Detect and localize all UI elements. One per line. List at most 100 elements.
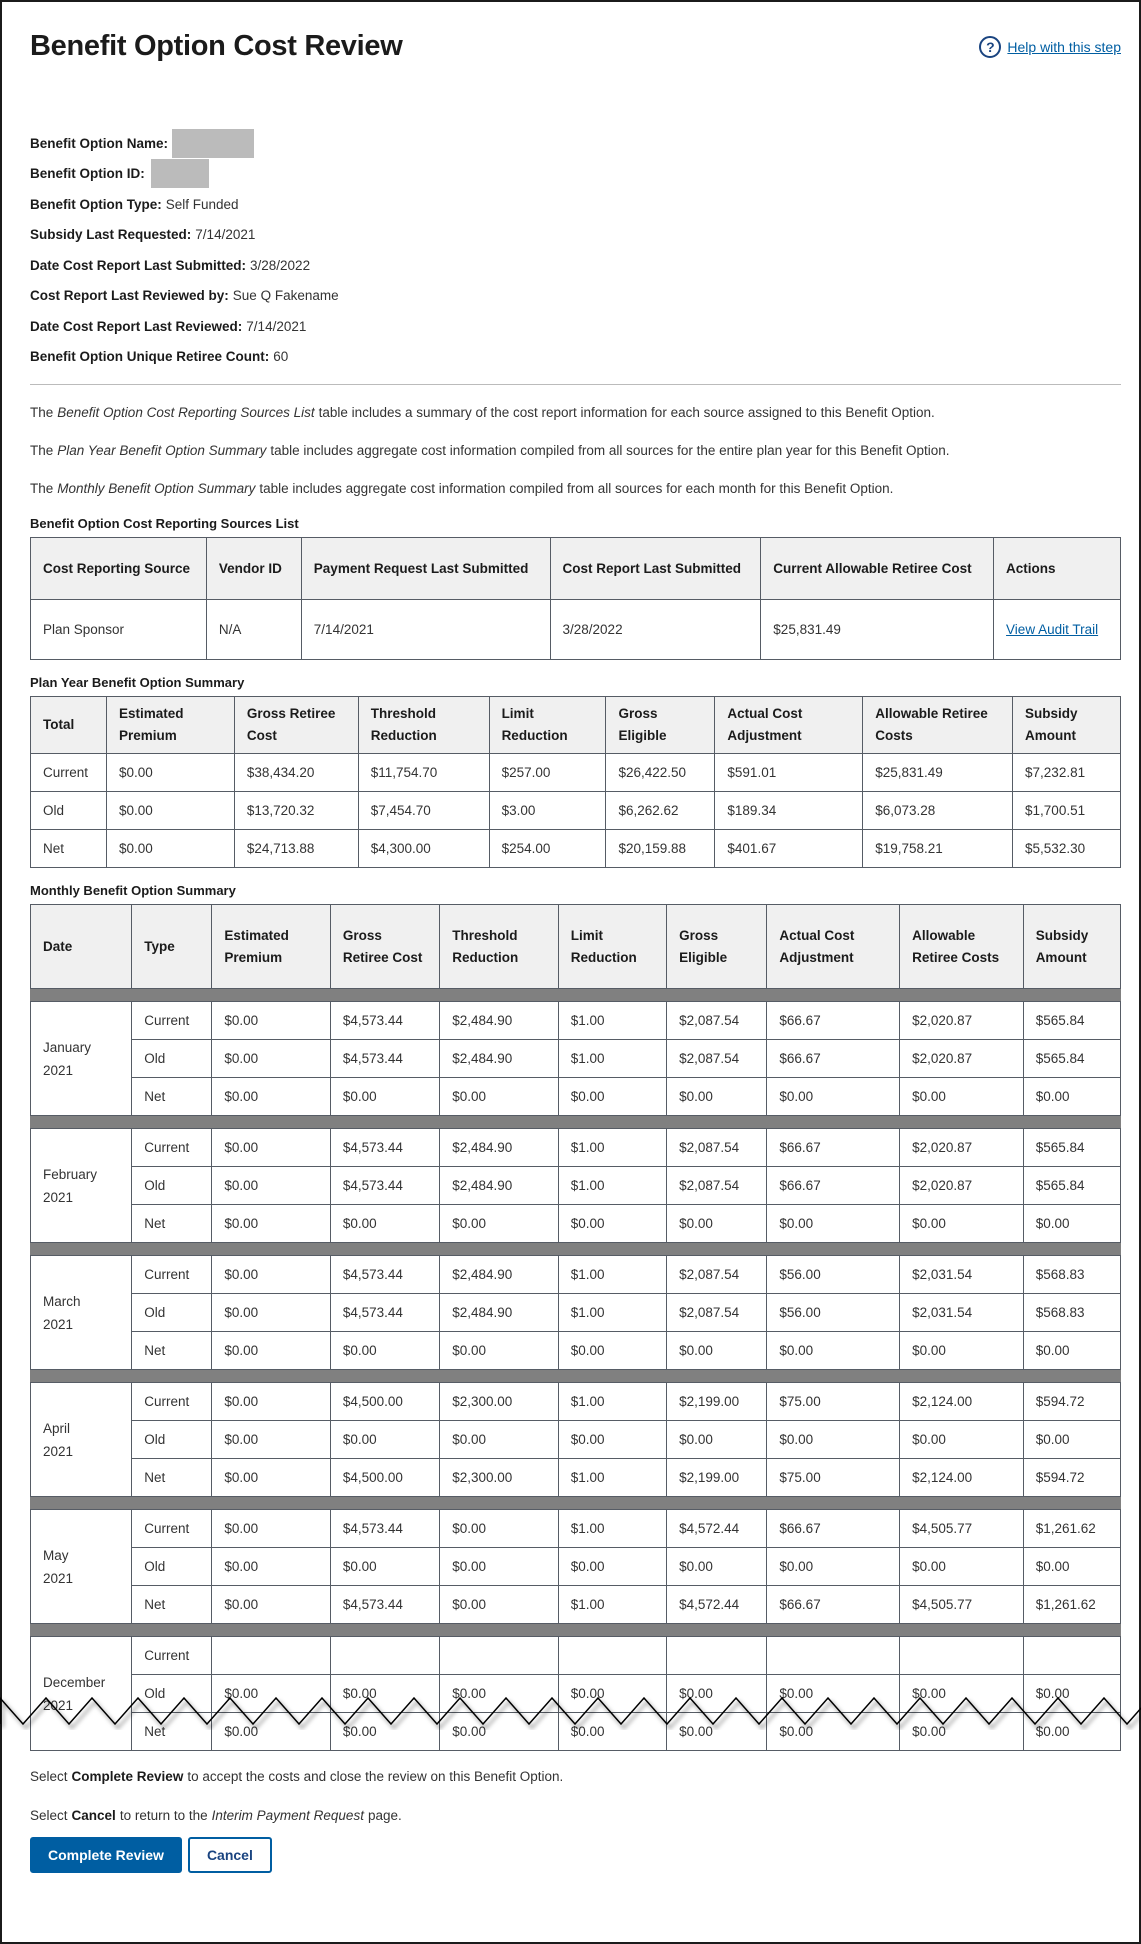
- help-link-container[interactable]: ? Help with this step: [979, 36, 1121, 58]
- table-row: Old $0.00 $0.00 $0.00 $0.00 $0.00 $0.00 $0.00 $0…: [31, 1420, 1122, 1459]
- action-buttons: Complete Review Cancel: [30, 1837, 1121, 1873]
- monthly-summary-table: Date Type Estimated Premium Gross Retiree C…: [29, 904, 1122, 1751]
- table-row: Plan Sponsor N/A 7/14/2021 3/28/2022 $25,831…: [30, 599, 1121, 660]
- view-audit-trail-link[interactable]: View Audit Trail: [1006, 622, 1098, 637]
- cell-value: $75.00: [766, 1382, 901, 1421]
- row-type: Current: [30, 753, 107, 792]
- column-header: Estimated Premium: [105, 696, 235, 754]
- cell-value: $0.00: [211, 1039, 331, 1078]
- table-row: December 2021 Current: [29, 1636, 1122, 1751]
- cell-value: $0.00: [439, 1585, 559, 1624]
- cell-value: $2,300.00: [439, 1382, 559, 1421]
- section-divider: [30, 384, 1121, 385]
- cell-value: $0.00: [211, 1585, 331, 1624]
- cell-value: $38,434.20: [233, 753, 359, 792]
- cell-value: $19,758.21: [862, 829, 1014, 868]
- cell-value: $0.00: [557, 1077, 668, 1116]
- column-header: Payment Request Last Submitted: [300, 537, 551, 600]
- cell-value: $2,087.54: [666, 1001, 768, 1040]
- cell-value: $20,159.88: [605, 829, 716, 868]
- cell-allowable: $25,831.49: [760, 599, 995, 660]
- month-separator: [30, 1242, 1121, 1256]
- cell-value: $0.00: [666, 1204, 768, 1243]
- complete-review-instruction: Select Complete Review to accept the cos…: [30, 1769, 564, 1784]
- cancel-button[interactable]: Cancel: [187, 1837, 272, 1873]
- cell-value: $4,573.44: [329, 1001, 441, 1040]
- row-type: Net: [131, 1585, 213, 1624]
- cell-value: $0.00: [211, 1166, 331, 1205]
- cell-value: $0.00: [329, 1712, 441, 1751]
- column-header: Gross Eligible: [666, 904, 768, 989]
- cell-value: $1.00: [557, 1039, 668, 1078]
- cell-value: [329, 1636, 441, 1675]
- actions-cell: View Audit Trail: [993, 599, 1121, 660]
- cell-value: $254.00: [488, 829, 607, 868]
- month-name: March: [43, 1293, 81, 1309]
- cell-value: $4,573.44: [329, 1128, 441, 1167]
- cell-vendor-id: N/A: [205, 599, 302, 660]
- cell-value: $401.67: [714, 829, 864, 868]
- row-type: Net: [131, 1458, 213, 1497]
- cell-value: $0.00: [557, 1547, 668, 1586]
- month-date-cell: May 2021: [29, 1509, 133, 1624]
- row-type: Current: [131, 1509, 213, 1548]
- cell-value: $4,573.44: [329, 1166, 441, 1205]
- table-row: Current $0.00 $38,434.20 $11,754.70 $257.00 $…: [30, 753, 1121, 792]
- question-circle-icon[interactable]: ?: [979, 36, 1002, 58]
- column-header: Limit Reduction: [488, 696, 607, 754]
- cell-value: $0.00: [211, 1712, 331, 1751]
- row-type: Current: [131, 1255, 213, 1294]
- cell-value: $6,262.62: [605, 791, 716, 830]
- cell-value: $0.00: [439, 1204, 559, 1243]
- month-separator: [30, 1623, 1121, 1637]
- month-year: 2021: [43, 1189, 74, 1205]
- cell-value: [1022, 1636, 1122, 1675]
- cost-reporting-sources-table: Cost Reporting Source Vendor ID Payment Re…: [30, 537, 1121, 660]
- detail-label: Date Cost Report Last Submitted:: [30, 257, 247, 273]
- cell-value: $0.00: [105, 791, 235, 830]
- cell-value: $0.00: [439, 1077, 559, 1116]
- cell-value: $4,573.44: [329, 1585, 441, 1624]
- detail-row: Date Cost Report Last Submitted: 3/28/202…: [30, 250, 1121, 281]
- table-row: Old $0.00 $4,573.44 $2,484.90 $1.00 $2,087.54…: [31, 1166, 1122, 1205]
- cell-value: $0.00: [557, 1420, 668, 1459]
- cell-value: $0.00: [666, 1331, 768, 1370]
- cell-value: $0.00: [329, 1547, 441, 1586]
- row-type: Old: [131, 1674, 213, 1713]
- cell-value: $6,073.28: [862, 791, 1014, 830]
- cell-value: $189.34: [714, 791, 864, 830]
- redacted-value: [150, 159, 209, 189]
- month-date-cell: January 2021: [29, 1001, 133, 1116]
- month-year: 2021: [43, 1316, 74, 1332]
- cell-value: $24,713.88: [233, 829, 359, 868]
- cell-value: $4,300.00: [357, 829, 490, 868]
- plan-year-summary-table: Total Estimated Premium Gross Retiree Cost…: [30, 696, 1121, 868]
- benefit-option-cost-review-page: Benefit Option Cost Review ? Help with t…: [29, 0, 1122, 1873]
- cell-value: $2,087.54: [666, 1293, 768, 1332]
- cell-value: $1.00: [557, 1458, 668, 1497]
- cell-value: $1.00: [557, 1255, 668, 1294]
- cell-value: $2,484.90: [439, 1039, 559, 1078]
- table-row: March 2021 Current $0.00 $4,573.44 $2,484.90 $…: [29, 1255, 1122, 1370]
- complete-review-button[interactable]: Complete Review: [30, 1837, 182, 1873]
- cell-value: $0.00: [557, 1204, 668, 1243]
- cell-value: $0.00: [666, 1420, 768, 1459]
- row-type: Old: [131, 1420, 213, 1459]
- benefit-option-details: Benefit Option Name: Benefit Option ID: Be…: [30, 128, 1121, 372]
- help-with-this-step-link[interactable]: Help with this step: [1007, 39, 1121, 55]
- detail-row: Benefit Option Unique Retiree Count: 60: [30, 342, 1121, 373]
- row-type: Net: [30, 829, 107, 868]
- table-row: Net $0.00 $0.00 $0.00 $0.00 $0.00 $0.00 $0.00 $0…: [31, 1204, 1122, 1243]
- cell-value: [766, 1636, 901, 1675]
- column-header: Cost Report Last Submitted: [549, 537, 762, 600]
- column-header: Threshold Reduction: [357, 696, 490, 754]
- month-year: 2021: [43, 1697, 74, 1713]
- cell-value: $0.00: [211, 1509, 331, 1548]
- cell-value: $0.00: [766, 1204, 901, 1243]
- cell-value: $1.00: [557, 1585, 668, 1624]
- cell-value: $4,505.77: [899, 1585, 1024, 1624]
- intro-paragraph: The Plan Year Benefit Option Summary table…: [30, 442, 950, 458]
- cell-value: $0.00: [211, 1128, 331, 1167]
- detail-value: 3/28/2022: [250, 257, 311, 273]
- cell-value: $594.72: [1022, 1382, 1122, 1421]
